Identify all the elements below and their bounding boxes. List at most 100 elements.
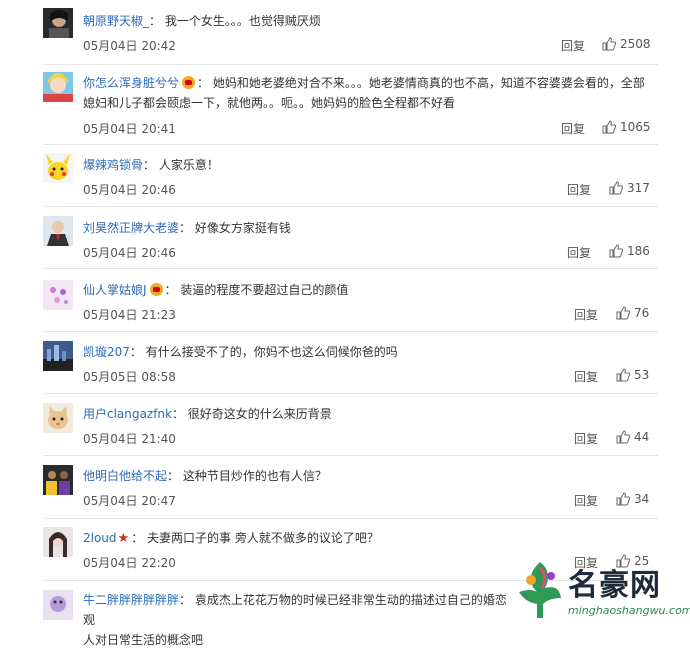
comment-username[interactable]: 爆辣鸡锁骨 bbox=[83, 158, 143, 172]
comment-body: 凯璇207： 有什么接受不了的，你妈不也这么伺候你爸的吗 bbox=[83, 342, 653, 362]
comment-username[interactable]: 凯璇207 bbox=[83, 345, 130, 359]
comment-username[interactable]: 朝原野天椒_ bbox=[83, 14, 149, 28]
comment-meta: 05月05日 08:58 回复 53 bbox=[83, 368, 653, 386]
comment-username[interactable]: 用户clangazfnk bbox=[83, 407, 172, 421]
comment-meta: 05月04日 21:40 回复 44 bbox=[83, 430, 653, 448]
comment-time: 05月05日 08:58 bbox=[83, 370, 176, 384]
comment-text: 人家乐意！ bbox=[158, 158, 219, 172]
comment-body: 他明白他给不起： 这种节目炒作的也有人信？ bbox=[83, 466, 653, 486]
comment-username[interactable]: 2loud bbox=[83, 531, 117, 545]
comment-text: 夫妻两口子的事 旁人就不做多的议论了吧？ bbox=[147, 531, 379, 545]
like-button[interactable]: 76 bbox=[616, 306, 649, 320]
comment-body: 仙人掌姑娘J ： 装逼的程度不要超过自己的颜值 bbox=[83, 280, 653, 300]
like-count: 186 bbox=[627, 244, 650, 258]
like-button[interactable]: 2508 bbox=[602, 37, 651, 51]
avatar[interactable] bbox=[43, 8, 73, 38]
reply-button[interactable]: 回复 bbox=[561, 37, 585, 54]
vip-crown-icon bbox=[149, 283, 163, 296]
comment-time: 05月04日 21:23 bbox=[83, 308, 176, 322]
comment-time: 05月04日 22:20 bbox=[83, 556, 176, 570]
avatar[interactable] bbox=[43, 403, 73, 433]
avatar[interactable] bbox=[43, 216, 73, 246]
like-button[interactable]: 317 bbox=[609, 181, 650, 195]
like-button[interactable]: 53 bbox=[616, 368, 649, 382]
separator: ： bbox=[171, 407, 184, 421]
reply-button[interactable]: 回复 bbox=[567, 244, 591, 261]
watermark-url: minghaoshangwu.com bbox=[568, 604, 690, 617]
separator: ： bbox=[167, 469, 180, 483]
thumbs-up-icon bbox=[616, 430, 630, 444]
like-count: 317 bbox=[627, 181, 650, 195]
separator: ： bbox=[149, 14, 162, 28]
comment-body: 朝原野天椒_： 我一个女生。。。也觉得贼厌烦 bbox=[83, 11, 653, 31]
avatar[interactable] bbox=[43, 72, 73, 102]
comment-meta: 05月04日 20:42 回复 2508 bbox=[83, 37, 653, 55]
divider bbox=[43, 455, 658, 456]
like-button[interactable]: 34 bbox=[616, 492, 649, 506]
avatar[interactable] bbox=[43, 341, 73, 371]
reply-button[interactable]: 回复 bbox=[574, 492, 598, 509]
avatar[interactable] bbox=[43, 280, 73, 310]
watermark-title: 名豪网 bbox=[568, 568, 661, 603]
comment-meta: 05月04日 20:41 回复 1065 bbox=[83, 120, 653, 138]
divider bbox=[43, 144, 658, 145]
like-button[interactable]: 44 bbox=[616, 430, 649, 444]
comment-text-continued: 人对日常生活的概念吧 bbox=[83, 633, 204, 647]
like-count: 1065 bbox=[620, 120, 651, 134]
divider bbox=[43, 268, 658, 269]
separator: ： bbox=[129, 345, 142, 359]
star-badge-icon: ★ bbox=[117, 531, 130, 546]
divider bbox=[43, 64, 658, 65]
separator: ： bbox=[179, 221, 192, 235]
comment-username[interactable]: 仙人掌姑娘J bbox=[83, 283, 147, 297]
reply-button[interactable]: 回复 bbox=[574, 306, 598, 323]
comment-username[interactable]: 牛二胖胖胖胖胖胖 bbox=[83, 593, 179, 607]
thumbs-up-icon bbox=[616, 492, 630, 506]
like-count: 76 bbox=[634, 306, 650, 320]
comment-time: 05月04日 21:40 bbox=[83, 432, 176, 446]
divider bbox=[43, 206, 658, 207]
separator: ： bbox=[164, 283, 177, 297]
like-count: 44 bbox=[634, 430, 650, 444]
comment-time: 05月04日 20:46 bbox=[83, 183, 176, 197]
comment-time: 05月04日 20:47 bbox=[83, 494, 176, 508]
comment-meta: 05月04日 20:46 回复 317 bbox=[83, 181, 653, 199]
comment-text: 她妈和她老婆绝对合不来。。。她老婆情商真的也不高，知道不容婆婆会看的，全部 bbox=[212, 76, 645, 90]
thumbs-up-icon bbox=[609, 181, 623, 195]
comment-username[interactable]: 刘昊然正牌大老婆 bbox=[83, 221, 179, 235]
avatar[interactable] bbox=[43, 527, 73, 557]
reply-button[interactable]: 回复 bbox=[574, 368, 598, 385]
like-count: 53 bbox=[634, 368, 650, 382]
comment-meta: 05月04日 21:23 回复 76 bbox=[83, 306, 653, 324]
thumbs-up-icon bbox=[602, 37, 616, 51]
avatar[interactable] bbox=[43, 465, 73, 495]
comment-username[interactable]: 你怎么浑身脏兮兮 bbox=[83, 76, 179, 90]
comment-meta: 05月04日 20:47 回复 34 bbox=[83, 492, 653, 510]
like-button[interactable]: 186 bbox=[609, 244, 650, 258]
separator: ： bbox=[131, 531, 144, 545]
comment-time: 05月04日 20:41 bbox=[83, 122, 176, 136]
separator: ： bbox=[197, 76, 210, 90]
thumbs-up-icon bbox=[609, 244, 623, 258]
avatar[interactable] bbox=[43, 153, 73, 183]
comment-text: 很好奇这女的什么来历背景 bbox=[187, 407, 332, 421]
comment-text-continued: 媳妇和儿子都会颐虑一下，就他两。。呃。。她妈妈的脸色全程都不好看 bbox=[83, 96, 456, 110]
comment-text: 装逼的程度不要超过自己的颜值 bbox=[180, 283, 349, 297]
comment-time: 05月04日 20:46 bbox=[83, 246, 176, 260]
like-count: 34 bbox=[634, 492, 650, 506]
divider bbox=[43, 331, 658, 332]
divider bbox=[43, 518, 658, 519]
like-button[interactable]: 1065 bbox=[602, 120, 651, 134]
comment-body: 刘昊然正牌大老婆： 好像女方家挺有钱 bbox=[83, 218, 653, 238]
reply-button[interactable]: 回复 bbox=[567, 181, 591, 198]
reply-button[interactable]: 回复 bbox=[574, 430, 598, 447]
comment-text: 好像女方家挺有钱 bbox=[194, 221, 291, 235]
avatar[interactable] bbox=[43, 590, 73, 620]
comment-body: 牛二胖胖胖胖胖胖： 袁成杰上花花万物的时候已经非常生动的描述过自己的婚恋观 人对… bbox=[83, 590, 513, 650]
divider bbox=[43, 393, 658, 394]
comment-username[interactable]: 他明白他给不起 bbox=[83, 469, 167, 483]
comment-body: 你怎么浑身脏兮兮 ： 她妈和她老婆绝对合不来。。。她老婆情商真的也不高，知道不容婆… bbox=[83, 73, 653, 113]
thumbs-up-icon bbox=[602, 120, 616, 134]
separator: ： bbox=[143, 158, 156, 172]
reply-button[interactable]: 回复 bbox=[561, 120, 585, 137]
